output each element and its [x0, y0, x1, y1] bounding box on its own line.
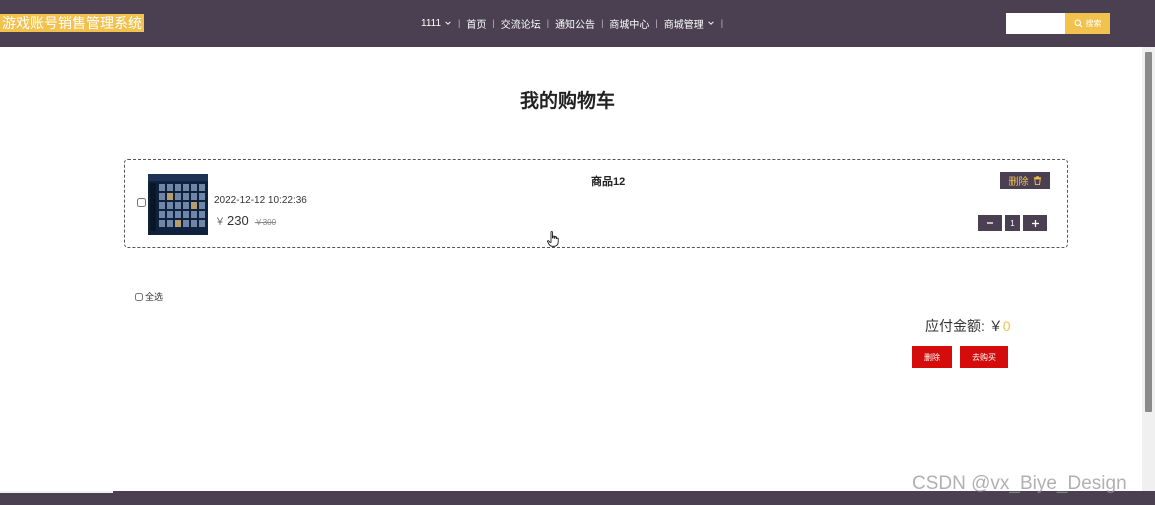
watermark: CSDN @vx_Biye_Design — [912, 473, 1127, 494]
delete-selected-button[interactable]: 删除 — [912, 346, 952, 368]
search-button-label: 搜索 — [1085, 19, 1102, 28]
total-label: 应付金额: ￥ — [925, 318, 1003, 334]
page-title: 我的购物车 — [519, 91, 615, 112]
nav-item-label: 商城管理 — [663, 19, 704, 31]
footer-accent — [0, 491, 113, 493]
select-all-checkbox[interactable] — [135, 292, 143, 301]
search-input[interactable] — [1006, 13, 1065, 34]
total-amount: 应付金额: ￥0 — [925, 316, 1011, 336]
chevron-down-icon — [708, 21, 714, 25]
currency-symbol: ￥ — [215, 217, 225, 228]
remove-item-label: 删除 — [1008, 177, 1029, 188]
nav-item-label: 通知公告 — [555, 19, 596, 31]
quantity-stepper: 1 — [978, 215, 1047, 231]
nav-item-home[interactable]: 首页 — [460, 16, 492, 31]
minus-icon — [987, 222, 993, 224]
increase-quantity-button[interactable] — [1023, 215, 1047, 231]
product-image-icon — [148, 174, 208, 235]
total-value: 0 — [1002, 318, 1011, 334]
plus-icon — [1031, 219, 1039, 227]
trash-icon — [1033, 176, 1041, 185]
nav-separator: | — [720, 18, 724, 28]
decrease-quantity-button[interactable] — [978, 215, 1002, 231]
chevron-down-icon — [445, 21, 451, 25]
item-date: 2022-12-12 10:22:36 — [214, 195, 307, 206]
nav-item-label: 商城中心 — [609, 19, 650, 31]
search-button[interactable]: 搜索 — [1065, 13, 1110, 34]
item-checkbox[interactable] — [137, 198, 146, 207]
nav-user-menu[interactable]: 1111 — [415, 18, 458, 29]
nav-item-label: 首页 — [466, 19, 487, 31]
main-nav: 1111 | 首页 | 交流论坛 | 通知公告 | 商城中心 | 商城管理 | — [415, 14, 723, 32]
nav-item-forum[interactable]: 交流论坛 — [495, 16, 547, 31]
nav-item-mall-manage[interactable]: 商城管理 — [658, 16, 721, 31]
original-price: ￥300 — [254, 218, 277, 227]
product-thumbnail — [148, 174, 208, 235]
nav-user-label: 1111 — [421, 17, 442, 29]
top-navbar: 游戏账号销售管理系统 1111 | 首页 | 交流论坛 | 通知公告 | 商城中… — [0, 0, 1155, 47]
remove-item-button[interactable]: 删除 — [1000, 172, 1050, 189]
current-price: 230 — [227, 213, 249, 228]
app-window: 游戏账号销售管理系统 1111 | 首页 | 交流论坛 | 通知公告 | 商城中… — [0, 0, 1155, 505]
hand-cursor-icon — [547, 231, 559, 247]
nav-item-mall-center[interactable]: 商城中心 — [603, 16, 655, 31]
nav-item-label: 交流论坛 — [500, 19, 541, 31]
select-all[interactable]: 全选 — [135, 290, 163, 303]
site-logo[interactable]: 游戏账号销售管理系统 — [0, 14, 144, 32]
cart-item: 2022-12-12 10:22:36 ￥ 230 ￥300 商品12 删除 1 — [124, 159, 1068, 248]
quantity-value[interactable]: 1 — [1005, 215, 1020, 231]
checkout-button[interactable]: 去购买 — [960, 346, 1008, 368]
nav-item-notice[interactable]: 通知公告 — [549, 16, 601, 31]
select-all-label: 全选 — [145, 292, 164, 302]
search-icon — [1074, 19, 1083, 28]
item-name: 商品12 — [591, 176, 626, 188]
vertical-scrollbar[interactable] — [1142, 47, 1155, 491]
item-price: ￥ 230 ￥300 — [215, 213, 276, 228]
scrollbar-thumb[interactable] — [1145, 52, 1152, 412]
